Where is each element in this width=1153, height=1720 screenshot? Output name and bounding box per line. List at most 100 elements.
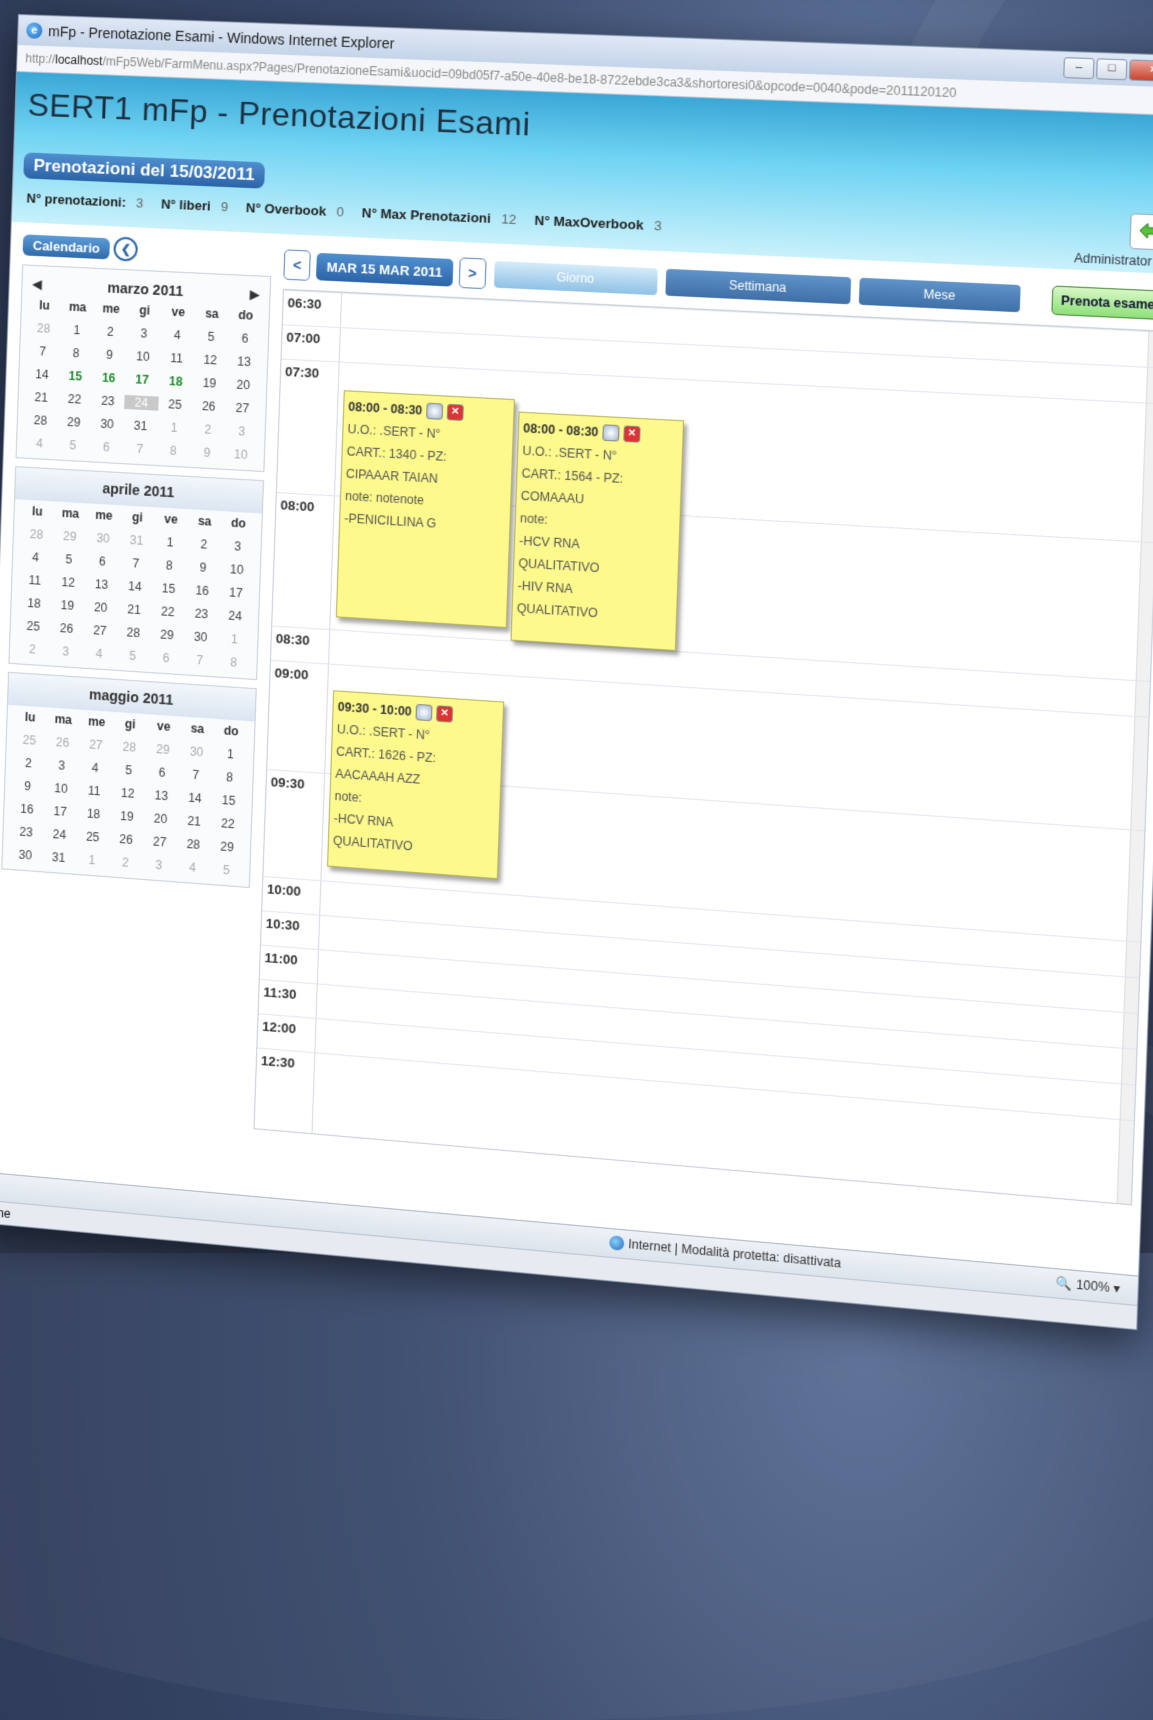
calendar-day[interactable]: 2 <box>108 854 142 871</box>
back-button[interactable] <box>1129 213 1153 251</box>
calendar-day[interactable]: 30 <box>86 530 120 546</box>
calendar-day[interactable]: 19 <box>192 375 226 391</box>
calendar-day[interactable]: 7 <box>119 555 153 571</box>
calendar-day[interactable]: 20 <box>226 377 260 393</box>
calendar-day[interactable]: 6 <box>89 439 123 455</box>
calendar-day[interactable]: 11 <box>18 572 52 588</box>
calendar-day[interactable]: 10 <box>224 447 258 463</box>
view-month-tab[interactable]: Mese <box>858 277 1021 313</box>
calendar-day[interactable]: 26 <box>109 831 143 848</box>
calendar-day[interactable]: 4 <box>78 760 112 776</box>
view-day-tab[interactable]: Giorno <box>493 260 658 296</box>
calendar-day[interactable]: 30 <box>184 629 218 645</box>
calendar-day[interactable]: 1 <box>153 534 187 550</box>
calendar-day[interactable]: 28 <box>27 321 61 337</box>
calendar-day[interactable]: 4 <box>19 549 53 565</box>
calendar-day[interactable]: 5 <box>52 551 86 567</box>
calendar-day[interactable]: 24 <box>218 608 252 624</box>
minimize-button[interactable]: – <box>1063 57 1095 80</box>
calendar-day[interactable]: 10 <box>220 562 254 578</box>
calendar-day[interactable]: 23 <box>9 824 43 840</box>
calendar-day[interactable]: 2 <box>16 641 50 657</box>
time-slot-row[interactable]: 07:00 <box>282 324 1153 369</box>
calendar-day[interactable]: 17 <box>43 803 77 819</box>
calendar-day[interactable]: 13 <box>85 576 119 592</box>
calendar-day[interactable]: 12 <box>111 785 145 801</box>
calendar-day[interactable]: 1 <box>217 631 251 647</box>
appointment-card[interactable]: 08:00 - 08:30 ✕ U.O.: .SERT - N° CART.: 156… <box>510 411 685 652</box>
calendar-day[interactable]: 8 <box>152 557 186 573</box>
time-slot-row[interactable]: 12:00 <box>258 1013 1136 1086</box>
calendar-day[interactable]: 7 <box>123 441 157 457</box>
collapse-icon[interactable]: ❮ <box>113 236 139 262</box>
calendar-day[interactable]: 22 <box>58 391 92 407</box>
calendar-day[interactable]: 23 <box>91 393 125 409</box>
calendar-day[interactable]: 5 <box>194 329 228 345</box>
calendar-day[interactable]: 22 <box>151 604 185 620</box>
calendar-day[interactable]: 1 <box>213 746 247 762</box>
calendar-day[interactable]: 24 <box>42 826 76 842</box>
calendar-day[interactable]: 19 <box>50 597 84 613</box>
calendar-day[interactable]: 1 <box>75 852 109 869</box>
calendar-day[interactable]: 9 <box>93 347 127 363</box>
calendar-day[interactable]: 4 <box>160 327 194 343</box>
edit-icon[interactable] <box>415 703 433 722</box>
calendar-day[interactable]: 4 <box>23 436 57 452</box>
calendar-day[interactable]: 9 <box>190 445 224 461</box>
calendar-day[interactable]: 2 <box>187 536 221 552</box>
prev-month-button[interactable]: ◀ <box>32 277 42 291</box>
calendar-day[interactable]: 3 <box>220 538 254 554</box>
appointment-card[interactable]: 09:30 - 10:00 ✕ U.O.: .SERT - N° CART.: 162… <box>327 690 505 880</box>
calendar-day[interactable]: 8 <box>59 345 93 361</box>
time-slot-row[interactable]: 12:30 <box>257 1047 1134 1122</box>
calendar-day[interactable]: 9 <box>186 560 220 576</box>
calendar-day[interactable]: 8 <box>212 769 246 785</box>
book-exam-button[interactable]: Prenota esame <box>1050 285 1153 321</box>
maximize-button[interactable]: □ <box>1095 58 1128 81</box>
calendar-day[interactable]: 30 <box>9 847 43 863</box>
calendar-day[interactable]: 30 <box>90 416 124 432</box>
timeline-scrollbar[interactable] <box>1116 330 1153 1205</box>
calendar-day[interactable]: 24 <box>124 394 159 411</box>
calendar-day[interactable]: 21 <box>117 602 151 618</box>
calendar-day[interactable]: 28 <box>20 526 54 542</box>
calendar-day[interactable]: 6 <box>149 650 183 666</box>
calendar-day[interactable]: 25 <box>158 397 192 413</box>
calendar-day[interactable]: 2 <box>12 755 46 771</box>
calendar-day[interactable]: 1 <box>157 420 191 436</box>
calendar-day[interactable]: 28 <box>112 739 146 755</box>
calendar-day[interactable]: 3 <box>127 326 161 342</box>
calendar-day[interactable]: 1 <box>60 322 94 338</box>
calendar-day[interactable]: 10 <box>126 349 160 365</box>
calendar-day[interactable]: 21 <box>24 390 58 406</box>
calendar-day[interactable]: 13 <box>144 788 178 804</box>
calendar-day[interactable]: 28 <box>176 836 210 853</box>
calendar-day[interactable]: 21 <box>177 813 211 830</box>
calendar-toggle[interactable]: Calendario <box>22 233 111 259</box>
user-menu[interactable]: Administrator - <box>1074 251 1153 270</box>
time-slot-row[interactable]: 10:00 <box>263 875 1141 943</box>
calendar-day[interactable]: 20 <box>143 811 177 828</box>
calendar-day[interactable]: 27 <box>83 623 117 639</box>
calendar-day[interactable]: 19 <box>110 808 144 824</box>
calendar-day[interactable]: 28 <box>116 625 150 641</box>
calendar-day[interactable]: 18 <box>77 806 111 822</box>
calendar-day[interactable]: 25 <box>16 618 50 634</box>
calendar-day[interactable]: 25 <box>12 732 46 748</box>
delete-icon[interactable]: ✕ <box>436 705 454 723</box>
calendar-day[interactable]: 26 <box>192 398 226 414</box>
calendar-day[interactable]: 12 <box>51 574 85 590</box>
calendar-day[interactable]: 26 <box>46 734 80 750</box>
calendar-day[interactable]: 2 <box>191 422 225 438</box>
calendar-day[interactable]: 6 <box>145 764 179 780</box>
calendar-day[interactable]: 27 <box>143 834 177 851</box>
calendar-day[interactable]: 7 <box>179 767 213 783</box>
calendar-day[interactable]: 23 <box>184 606 218 622</box>
calendar-day[interactable]: 27 <box>225 400 259 416</box>
prev-day-button[interactable]: < <box>283 249 311 281</box>
calendar-day[interactable]: 7 <box>26 344 60 360</box>
calendar-day[interactable]: 5 <box>112 762 146 778</box>
edit-icon[interactable] <box>426 402 444 420</box>
calendar-day[interactable]: 3 <box>225 423 259 439</box>
calendar-day[interactable]: 29 <box>210 839 244 856</box>
